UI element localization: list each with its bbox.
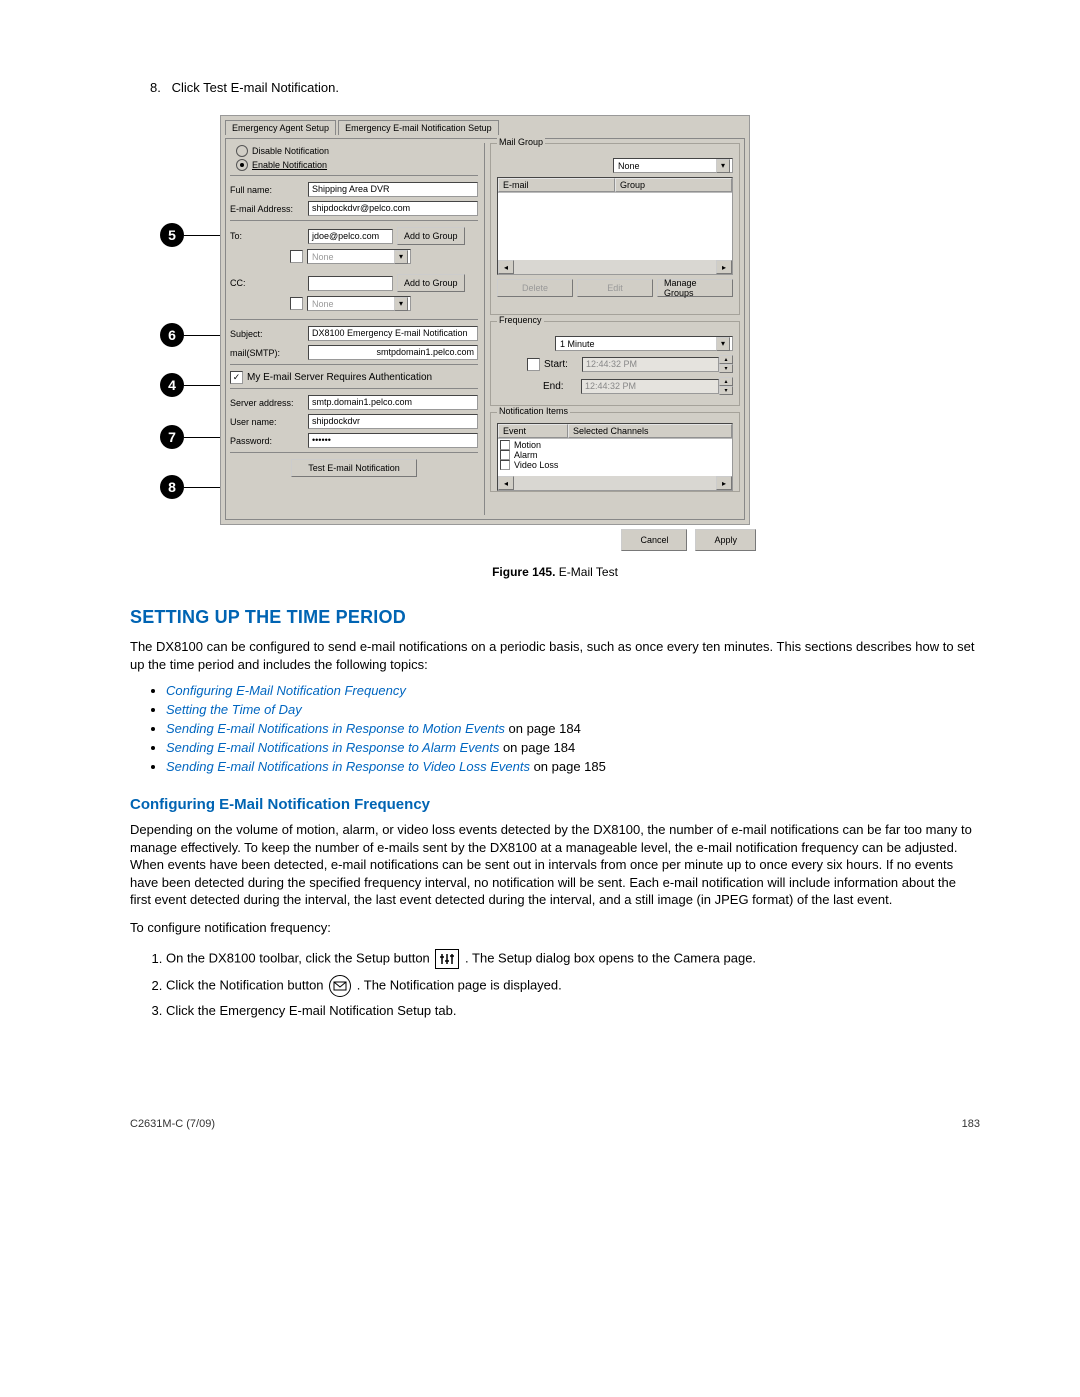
col-selected-channels[interactable]: Selected Channels <box>568 424 732 438</box>
link-video-loss-events[interactable]: Sending E-mail Notifications in Response… <box>166 759 530 774</box>
input-password[interactable]: •••••• <box>308 433 478 448</box>
setup-icon <box>435 949 459 969</box>
step-1: On the DX8100 toolbar, click the Setup b… <box>166 949 980 969</box>
link-time-of-day[interactable]: Setting the Time of Day <box>166 702 302 717</box>
steps-intro: To configure notification frequency: <box>130 919 980 937</box>
label-end: End: <box>543 381 581 392</box>
dropdown-frequency[interactable]: 1 Minute ▾ <box>555 336 733 351</box>
input-to[interactable]: jdoe@pelco.com <box>308 229 393 244</box>
spin-up-icon[interactable]: ▴ <box>719 377 733 386</box>
tab-email-setup[interactable]: Emergency E-mail Notification Setup <box>338 120 499 135</box>
button-add-to-group-to[interactable]: Add to Group <box>397 227 465 245</box>
button-test-email[interactable]: Test E-mail Notification <box>291 459 417 477</box>
notification-icon <box>329 975 351 997</box>
label-auth: My E-mail Server Requires Authentication <box>247 372 432 383</box>
label-cc: CC: <box>230 278 308 288</box>
input-smtp[interactable]: smtpdomain1.pelco.com <box>308 345 478 360</box>
radio-enable[interactable]: Enable Notification <box>236 159 478 171</box>
chevron-down-icon: ▾ <box>716 337 730 351</box>
label-subject: Subject: <box>230 329 308 339</box>
button-apply[interactable]: Apply <box>695 529 756 551</box>
step-8-text: Click Test E-mail Notification. <box>172 80 339 95</box>
footer-right: 183 <box>962 1118 980 1130</box>
button-edit[interactable]: Edit <box>577 279 653 297</box>
input-end[interactable]: 12:44:32 PM <box>581 379 719 394</box>
input-full-name[interactable]: Shipping Area DVR <box>308 182 478 197</box>
figure-caption: Figure 145. E-Mail Test <box>130 565 980 579</box>
tab-agent-setup[interactable]: Emergency Agent Setup <box>225 120 336 135</box>
checkbox-alarm[interactable] <box>500 450 510 460</box>
checkbox-start[interactable] <box>527 358 540 371</box>
spin-down-icon[interactable]: ▾ <box>719 386 733 395</box>
scroll-right-icon[interactable]: ▸ <box>716 476 732 490</box>
chevron-down-icon: ▾ <box>716 159 730 173</box>
scrollbar-h[interactable]: ◂ ▸ <box>498 260 732 274</box>
scroll-right-icon[interactable]: ▸ <box>716 260 732 274</box>
label-smtp: mail(SMTP): <box>230 348 308 358</box>
checkbox-to-group[interactable] <box>290 250 303 263</box>
input-server[interactable]: smtp.domain1.pelco.com <box>308 395 478 410</box>
col-event[interactable]: Event <box>498 424 568 438</box>
link-config-freq[interactable]: Configuring E-Mail Notification Frequenc… <box>166 683 406 698</box>
input-email-address[interactable]: shipdockdvr@pelco.com <box>308 201 478 216</box>
footer-left: C2631M-C (7/09) <box>130 1118 215 1130</box>
intro-paragraph: The DX8100 can be configured to send e-m… <box>130 638 980 673</box>
checkbox-video-loss[interactable] <box>500 460 510 470</box>
checkbox-cc-group[interactable] <box>290 297 303 310</box>
dropdown-cc-group[interactable]: None ▾ <box>307 296 411 311</box>
col-email[interactable]: E-mail <box>498 178 615 192</box>
label-full-name: Full name: <box>230 185 308 195</box>
spin-up-icon[interactable]: ▴ <box>719 355 733 364</box>
label-to: To: <box>230 231 308 241</box>
screenshot-wrapper: 5 6 4 7 8 Emergency Agent Setup Emergenc… <box>160 115 980 555</box>
heading-config-freq: Configuring E-Mail Notification Frequenc… <box>130 796 980 813</box>
step-2: Click the Notification button . The Noti… <box>166 975 980 997</box>
chevron-down-icon: ▾ <box>394 250 408 264</box>
freq-paragraph: Depending on the volume of motion, alarm… <box>130 821 980 909</box>
label-user: User name: <box>230 417 308 427</box>
button-manage-groups[interactable]: Manage Groups <box>657 279 733 297</box>
checkbox-auth[interactable] <box>230 371 243 384</box>
label-password: Password: <box>230 436 308 446</box>
input-subject[interactable]: DX8100 Emergency E-mail Notification <box>308 326 478 341</box>
mail-group-table: E-mail Group ◂ ▸ <box>497 177 733 275</box>
legend-mail-group: Mail Group <box>497 137 545 147</box>
scrollbar-h[interactable]: ◂ ▸ <box>498 476 732 490</box>
step-8: 8. Click Test E-mail Notification. <box>150 80 980 95</box>
dropdown-mail-group[interactable]: None ▾ <box>613 158 733 173</box>
legend-notification-items: Notification Items <box>497 406 570 416</box>
spin-down-icon[interactable]: ▾ <box>719 364 733 373</box>
input-start[interactable]: 12:44:32 PM <box>582 357 719 372</box>
notification-table: Event Selected Channels Motion Alarm Vid… <box>497 423 733 491</box>
button-add-to-group-cc[interactable]: Add to Group <box>397 274 465 292</box>
label-email-address: E-mail Address: <box>230 204 308 214</box>
heading-setting-up-time-period: SETTING UP THE TIME PERIOD <box>130 607 980 628</box>
legend-frequency: Frequency <box>497 315 544 325</box>
button-delete[interactable]: Delete <box>497 279 573 297</box>
link-motion-events[interactable]: Sending E-mail Notifications in Response… <box>166 721 505 736</box>
step-8-num: 8. <box>150 80 168 95</box>
col-group[interactable]: Group <box>615 178 732 192</box>
label-server: Server address: <box>230 398 308 408</box>
step-3: Click the Emergency E-mail Notification … <box>166 1003 980 1018</box>
scroll-left-icon[interactable]: ◂ <box>498 260 514 274</box>
dialog-screenshot: Emergency Agent Setup Emergency E-mail N… <box>220 115 750 525</box>
dropdown-to-group[interactable]: None ▾ <box>307 249 411 264</box>
link-alarm-events[interactable]: Sending E-mail Notifications in Response… <box>166 740 499 755</box>
chevron-down-icon: ▾ <box>394 297 408 311</box>
label-start: Start: <box>544 359 582 370</box>
input-user[interactable]: shipdockdvr <box>308 414 478 429</box>
button-cancel[interactable]: Cancel <box>621 529 687 551</box>
checkbox-motion[interactable] <box>500 440 510 450</box>
radio-disable[interactable]: Disable Notification <box>236 145 478 157</box>
scroll-left-icon[interactable]: ◂ <box>498 476 514 490</box>
input-cc[interactable] <box>308 276 393 291</box>
